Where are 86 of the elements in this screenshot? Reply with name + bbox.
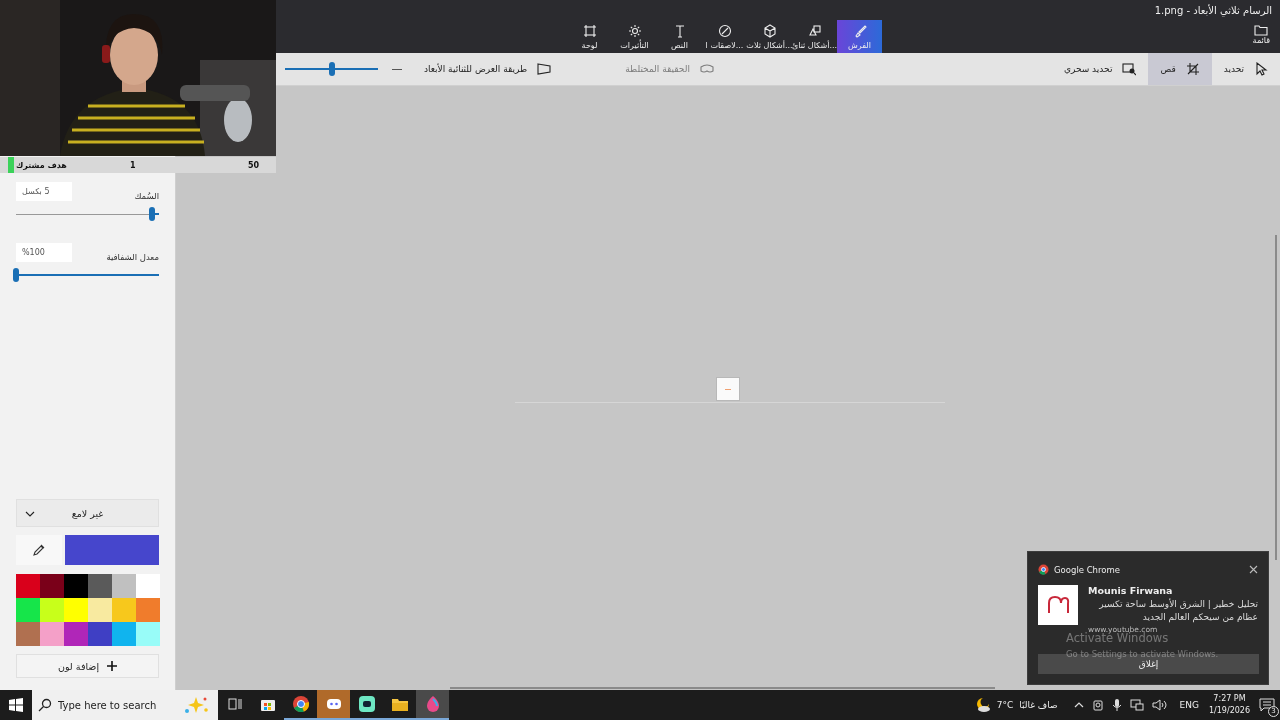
close-button[interactable] — [1249, 565, 1258, 574]
language-indicator[interactable]: ENG — [1173, 690, 1205, 720]
toolbar-tab[interactable]: لوحة — [567, 20, 612, 53]
browser-icon — [291, 695, 310, 713]
shapes-icon — [807, 23, 822, 38]
finish-dropdown[interactable]: غير لامع — [16, 499, 159, 527]
close-icon — [1249, 565, 1258, 574]
sun-icon — [627, 23, 642, 38]
color-swatch[interactable] — [136, 622, 160, 646]
color-swatch[interactable] — [136, 574, 160, 598]
cursor-icon — [1254, 62, 1268, 76]
chat-bubble-icon — [1259, 698, 1275, 712]
color-swatch[interactable] — [64, 622, 88, 646]
value-field[interactable]: %100 — [16, 243, 72, 262]
sticker-icon — [717, 23, 732, 38]
scrollbar[interactable] — [450, 687, 995, 689]
view-mode-button[interactable]: طريقة العرض للثنائية الأبعاد — [416, 63, 560, 75]
folder-icon — [1254, 24, 1269, 36]
color-swatch[interactable] — [112, 622, 136, 646]
chat-app-icon — [357, 695, 376, 713]
color-swatch[interactable] — [112, 598, 136, 622]
tool-button[interactable]: تحديد سحري — [1051, 53, 1149, 85]
color-swatch[interactable] — [88, 598, 112, 622]
goal-count: 1 — [130, 160, 137, 170]
add-color-button[interactable]: إضافة لون — [16, 654, 159, 678]
toolbar-tab[interactable]: لاصقات ا... — [702, 20, 747, 53]
slider-thumb[interactable] — [148, 207, 155, 221]
flag-icon — [537, 63, 552, 75]
property-label: معدل الشفافية — [106, 251, 159, 262]
color-swatch[interactable] — [40, 574, 64, 598]
windows-icon — [9, 698, 23, 712]
notification-title: Mounis Firwana — [1088, 585, 1174, 596]
magic-select-icon — [1122, 62, 1137, 76]
canvas-image — [716, 377, 740, 401]
eyedropper-button[interactable] — [16, 535, 62, 565]
tool-button[interactable]: قص — [1148, 53, 1212, 85]
property-label: السُمك — [134, 190, 159, 201]
toolbar-tab[interactable]: أشكال ثلاث... — [747, 20, 792, 53]
browser-icon — [1038, 564, 1049, 575]
notification-message: تحليل خطير | الشرق الأوسط ساحة تكسير عظام من سيحكم العالم الجديد — [1098, 598, 1258, 624]
color-swatch[interactable] — [16, 574, 40, 598]
search-icon — [38, 698, 52, 712]
cube-icon — [762, 23, 777, 38]
color-swatch[interactable] — [40, 598, 64, 622]
camera-icon[interactable] — [1091, 698, 1104, 712]
sparkle-icon — [182, 695, 210, 715]
color-swatch[interactable] — [40, 622, 64, 646]
toolbar-tab[interactable]: الفرش — [837, 20, 882, 53]
crop-icon — [1185, 62, 1200, 76]
plus-icon — [107, 661, 118, 671]
color-swatch[interactable] — [136, 598, 160, 622]
color-swatch[interactable] — [16, 598, 40, 622]
toolbar-tab[interactable]: التأثيرات — [612, 20, 657, 53]
toolbar-tab[interactable]: النص — [657, 20, 702, 53]
color-swatch[interactable] — [16, 622, 40, 646]
color-swatch[interactable] — [64, 574, 88, 598]
color-swatch[interactable] — [88, 622, 112, 646]
value-field[interactable]: 5 بكسل — [16, 182, 72, 201]
slider-thumb[interactable] — [328, 62, 335, 76]
search-field[interactable]: Type here to search — [58, 699, 176, 711]
task-view-icon — [225, 695, 244, 713]
color-swatch[interactable] — [112, 574, 136, 598]
app-name: Google Chrome — [1054, 564, 1122, 575]
microphone-icon[interactable] — [1111, 698, 1122, 712]
slider-thumb[interactable] — [13, 268, 19, 282]
canvas-icon — [582, 23, 597, 38]
logo-icon — [1046, 595, 1070, 615]
chevron-down-icon — [25, 511, 35, 517]
goal-label: هدف مشترك — [16, 160, 68, 170]
window-title: 1.png - الرسام ثلاثي الأبعاد — [1154, 5, 1272, 16]
tool-button[interactable]: تحديد — [1211, 53, 1280, 85]
activation-title: Activate Windows — [1066, 631, 1170, 645]
chevron-up-icon[interactable] — [1073, 702, 1084, 708]
color-swatch[interactable] — [88, 574, 112, 598]
color-swatch[interactable] — [64, 598, 88, 622]
toolbar-tab[interactable]: أشكال ثنائ... — [792, 20, 837, 53]
speaker-icon[interactable] — [1151, 698, 1168, 712]
goal-target: 50 — [248, 160, 260, 170]
clock-button[interactable]: 7:27 PM 1/19/2026 — [1204, 690, 1254, 720]
network-icon[interactable] — [1129, 698, 1144, 712]
menu-button[interactable]: قائمة — [1250, 24, 1272, 45]
current-color-swatch[interactable] — [65, 535, 159, 565]
moon-cloud-icon — [974, 697, 991, 713]
headset-icon — [699, 63, 714, 75]
scrollbar[interactable] — [1275, 235, 1277, 560]
eyedropper-icon — [33, 544, 45, 556]
